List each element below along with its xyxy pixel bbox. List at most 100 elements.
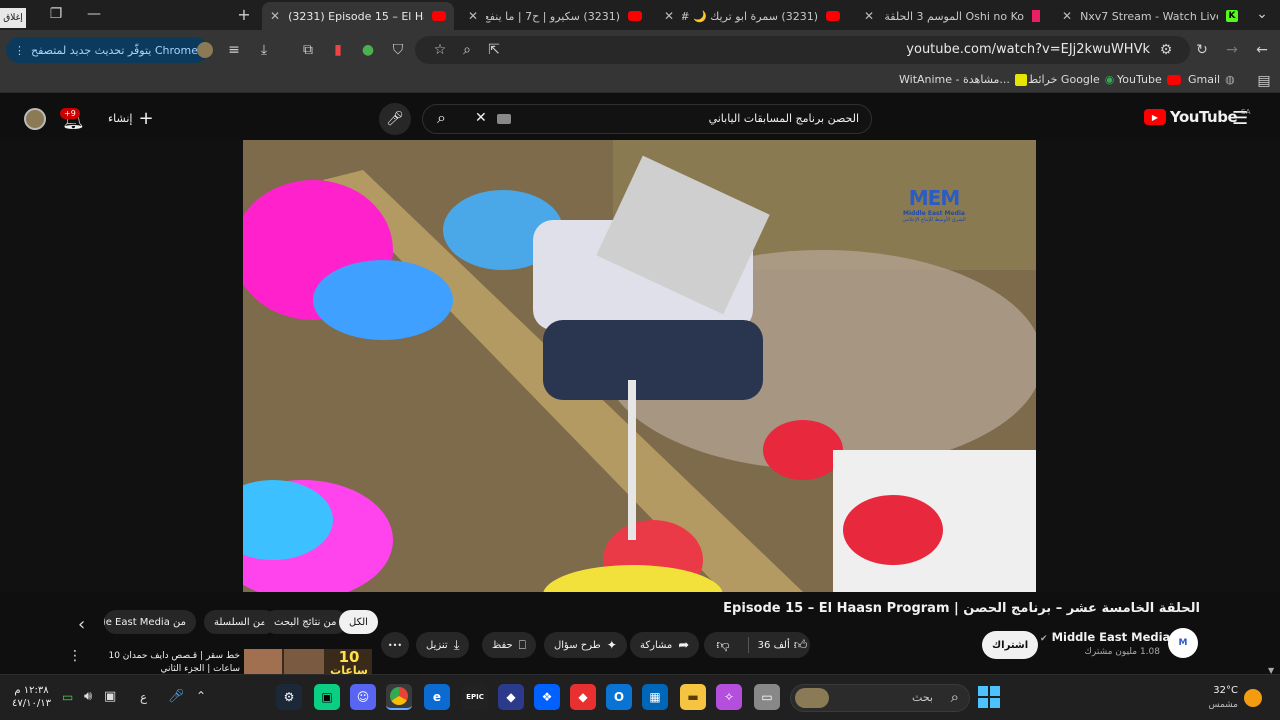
search-highlight-image bbox=[795, 688, 829, 708]
next-video-thumbnail[interactable]: 10 ساعات bbox=[244, 649, 372, 677]
tab-episode-15[interactable]: ✕ (3231) Episode 15 – El Haas bbox=[262, 2, 454, 30]
next-video-title[interactable]: خط سقر | قـصص دايف حمدان 10 ساعات | الجز… bbox=[84, 650, 240, 676]
share-button[interactable]: مشاركة ➦ bbox=[630, 632, 700, 658]
tab-kick-stream[interactable]: ✕ Nxv7 Stream - Watch Live on K K bbox=[1054, 2, 1246, 30]
bookmark-youtube[interactable]: YouTube bbox=[1117, 73, 1181, 86]
chrome-update-button[interactable]: ⋮ يتوفّر تحديث جديد لمتصفح Chrome bbox=[6, 37, 208, 63]
download-icon[interactable]: ⤓ bbox=[256, 42, 272, 58]
tab-samra[interactable]: ✕ (3231) سمرة ابو تريك 🌙 #5 مع bbox=[656, 2, 848, 30]
download-button[interactable]: تنزيل ⤓ bbox=[416, 632, 470, 658]
cast-icon[interactable]: ⇱ bbox=[486, 42, 502, 58]
close-icon[interactable]: ✕ bbox=[1062, 9, 1072, 23]
channel-info[interactable]: ✔ Middle East Media 1.08 مليون مشترك bbox=[1040, 630, 1170, 657]
ask-button[interactable]: طرح سؤال ✦ bbox=[544, 632, 627, 658]
tab-title: Nxv7 Stream - Watch Live on K bbox=[1080, 9, 1218, 23]
create-button[interactable]: + إنشاء bbox=[108, 108, 154, 129]
subscribe-button[interactable]: اشتراك bbox=[982, 631, 1039, 659]
verified-icon: ✔ bbox=[1040, 634, 1048, 644]
bookmark-label: WitAnime - مشاهدة... bbox=[899, 73, 1010, 86]
bookmark-gmail[interactable]: Gmail ◍ bbox=[1188, 73, 1235, 86]
app-icon[interactable]: ◆ bbox=[498, 684, 524, 710]
voice-search-button[interactable]: 🎤︎ bbox=[379, 103, 411, 135]
windows-start-icon[interactable] bbox=[978, 686, 1000, 708]
chevron-left-icon[interactable]: ‹ bbox=[78, 614, 85, 635]
dropbox-icon[interactable]: ❖ bbox=[534, 684, 560, 710]
channel-avatar[interactable]: M bbox=[1168, 628, 1198, 658]
date-text: ٤٧/١٠/١٣ bbox=[12, 698, 51, 709]
store-icon[interactable]: ▦ bbox=[642, 684, 668, 710]
download-icon: ⤓ bbox=[453, 637, 460, 653]
zoom-icon[interactable]: ⌕ bbox=[459, 42, 475, 58]
chip-from-search[interactable]: من نتائج البحث bbox=[264, 610, 347, 634]
save-button[interactable]: حفظ ⎕ bbox=[482, 632, 536, 658]
app-icon[interactable]: ◆ bbox=[570, 684, 596, 710]
watermark-logo: MEM bbox=[908, 186, 960, 210]
shield-icon[interactable]: ⛉ bbox=[390, 42, 406, 58]
search-icon[interactable]: ⌕ bbox=[437, 108, 446, 128]
minimize-window-icon[interactable]: — bbox=[86, 6, 102, 22]
profile-avatar[interactable] bbox=[197, 42, 213, 58]
discord-icon[interactable]: ☺ bbox=[350, 684, 376, 710]
tab-oshi-no-ko[interactable]: ✕ Oshi no Ko الموسم 3 الحلقة bbox=[856, 2, 1048, 30]
battery-icon[interactable]: ▭ bbox=[62, 690, 73, 704]
language-indicator[interactable]: ع bbox=[140, 690, 147, 704]
epic-games-icon[interactable]: EPIC bbox=[462, 684, 488, 710]
search-box[interactable]: ⌕ ✕ الحصن برنامج المسابقات الياباني bbox=[422, 104, 872, 134]
app-icon[interactable]: ▣ bbox=[314, 684, 340, 710]
close-icon[interactable]: ✕ bbox=[864, 9, 874, 23]
tab-search-icon[interactable]: ⌄ bbox=[1254, 6, 1270, 22]
network-icon[interactable]: ▣ bbox=[104, 689, 116, 704]
outlook-icon[interactable]: O bbox=[606, 684, 632, 710]
volume-icon[interactable]: 🔊︎ bbox=[84, 689, 92, 704]
back-icon[interactable]: ← bbox=[1254, 42, 1270, 58]
channel-watermark: MEM Middle East Media الشرق الأوسط للإنت… bbox=[895, 186, 973, 223]
menu-icon[interactable]: ☰ bbox=[1232, 108, 1248, 129]
site-settings-icon[interactable]: ⚙ bbox=[1158, 42, 1174, 58]
clear-search-icon[interactable]: ✕ bbox=[475, 110, 487, 126]
chrome-icon[interactable] bbox=[386, 684, 412, 710]
forward-icon[interactable]: → bbox=[1224, 42, 1240, 58]
sparkle-icon: ✦ bbox=[606, 638, 617, 652]
edge-icon[interactable]: e bbox=[424, 684, 450, 710]
restore-window-icon[interactable]: ❐ bbox=[48, 6, 64, 22]
close-window-button[interactable]: إغلاق bbox=[0, 8, 26, 28]
close-icon[interactable]: ✕ bbox=[270, 9, 280, 23]
steam-icon[interactable]: ⚙ bbox=[276, 684, 302, 710]
search-placeholder: بحث bbox=[912, 691, 933, 704]
keyboard-icon[interactable] bbox=[497, 114, 511, 124]
chip-all[interactable]: الكل bbox=[339, 610, 378, 634]
extension-icon[interactable]: ▮ bbox=[330, 42, 346, 58]
search-input[interactable]: الحصن برنامج المسابقات الياباني bbox=[709, 112, 859, 125]
clock[interactable]: ١٢:٣٨ م ٤٧/١٠/١٣ bbox=[12, 684, 51, 710]
bookmark-witanime[interactable]: WitAnime - مشاهدة... bbox=[899, 73, 1027, 86]
close-icon[interactable]: ✕ bbox=[468, 9, 478, 23]
bookmark-maps[interactable]: خرائط Google ◉ bbox=[1028, 73, 1114, 86]
youtube-icon bbox=[432, 11, 446, 21]
new-tab-button[interactable]: + bbox=[236, 5, 252, 24]
more-actions-button[interactable]: ••• bbox=[381, 632, 409, 658]
copilot-icon[interactable]: ✧ bbox=[716, 684, 742, 710]
bookmark-star-icon[interactable]: ☆ bbox=[432, 42, 448, 58]
file-explorer-icon[interactable]: ▬ bbox=[680, 684, 706, 710]
more-vert-icon[interactable]: ⋮ bbox=[68, 648, 82, 664]
reading-list-icon[interactable]: ≡ bbox=[226, 42, 242, 58]
video-frame[interactable]: MEM Middle East Media الشرق الأوسط للإنت… bbox=[243, 140, 1036, 592]
channel-name[interactable]: Middle East Media bbox=[1052, 630, 1171, 644]
taskbar-search[interactable]: بحث ⌕ bbox=[790, 684, 970, 712]
dislike-icon[interactable]: 👎︎ bbox=[704, 638, 742, 653]
close-icon[interactable]: ✕ bbox=[664, 9, 674, 23]
all-bookmarks-icon[interactable]: ▤ bbox=[1256, 73, 1272, 89]
reload-icon[interactable]: ↻ bbox=[1194, 42, 1210, 58]
extensions-icon[interactable]: ⧉ bbox=[300, 42, 316, 58]
app-icon[interactable]: ▭ bbox=[754, 684, 780, 710]
like-button[interactable]: 36 ألف 👍︎ bbox=[755, 638, 810, 653]
youtube-icon bbox=[628, 11, 642, 21]
chip-from-channel[interactable]: من Middle East Media bbox=[104, 610, 196, 634]
chevron-up-icon[interactable]: ⌃ bbox=[196, 689, 206, 703]
mic-icon[interactable]: 🎤︎ bbox=[168, 689, 185, 704]
more-vert-icon: ⋮ bbox=[14, 43, 25, 57]
adblock-icon[interactable]: ● bbox=[360, 42, 376, 58]
tab-sekiro[interactable]: ✕ (3231) سكيرو | ح7 | ما ينفع اختم bbox=[460, 2, 650, 30]
weather-widget[interactable]: 32°C مشمس bbox=[1196, 684, 1238, 712]
account-avatar[interactable] bbox=[24, 108, 46, 130]
